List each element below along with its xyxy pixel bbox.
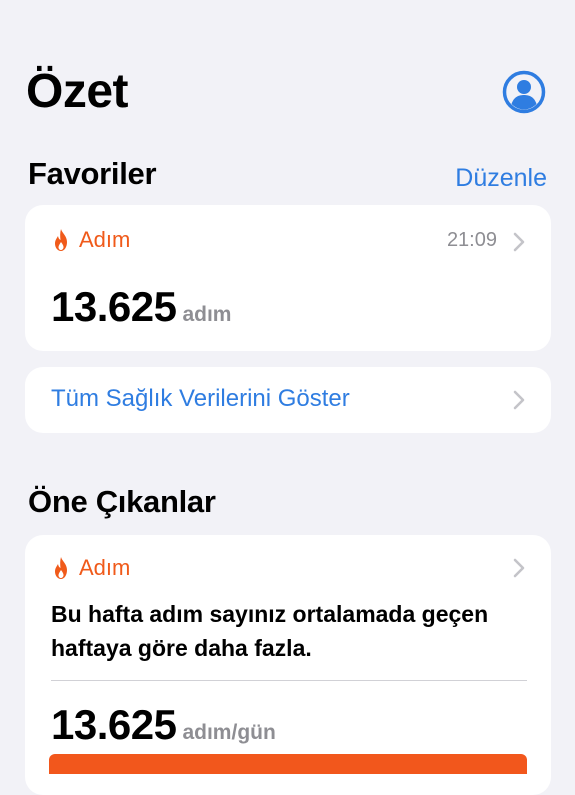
highlight-metric-label: Adım — [79, 555, 131, 580]
highlights-section-title: Öne Çıkanlar — [28, 484, 216, 519]
highlight-value-group: 13.625 adım/gün — [51, 701, 276, 749]
highlight-metric-label-group: Adım — [51, 555, 130, 581]
highlight-description: Bu hafta adım sayınız ortalamada geçen h… — [51, 601, 489, 661]
last-updated-time: 21:09 — [446, 229, 497, 251]
person-circle-icon[interactable] — [502, 70, 546, 114]
flame-icon — [55, 557, 67, 579]
steps-highlight-card[interactable]: Adım Bu hafta adım sayınız ortalamada ge… — [25, 535, 551, 795]
chevron-right-icon — [513, 558, 525, 578]
highlight-steps-unit: adım/gün — [182, 721, 276, 744]
highlight-steps-value: 13.625 — [51, 701, 177, 748]
steps-value-group: 13.625 adım — [51, 283, 231, 331]
steps-unit: adım — [182, 303, 232, 326]
page-title: Özet — [26, 65, 129, 118]
weekly-average-chart-bar — [49, 754, 527, 774]
edit-button[interactable]: Düzenle — [455, 158, 547, 198]
steps-value: 13.625 — [51, 283, 177, 330]
favorites-section-title: Favoriler — [28, 156, 157, 191]
steps-metric-label: Adım — [79, 227, 131, 252]
chevron-right-icon — [513, 232, 525, 252]
show-all-health-data-row[interactable]: Tüm Sağlık Verilerini Göster — [25, 367, 551, 433]
divider — [51, 680, 527, 681]
flame-icon — [55, 229, 67, 251]
steps-favorite-card[interactable]: Adım 21:09 13.625 adım — [25, 205, 551, 351]
show-all-health-data-label: Tüm Sağlık Verilerini Göster — [51, 385, 350, 412]
chevron-right-icon — [513, 390, 525, 410]
steps-metric-label-group: Adım — [51, 227, 130, 253]
